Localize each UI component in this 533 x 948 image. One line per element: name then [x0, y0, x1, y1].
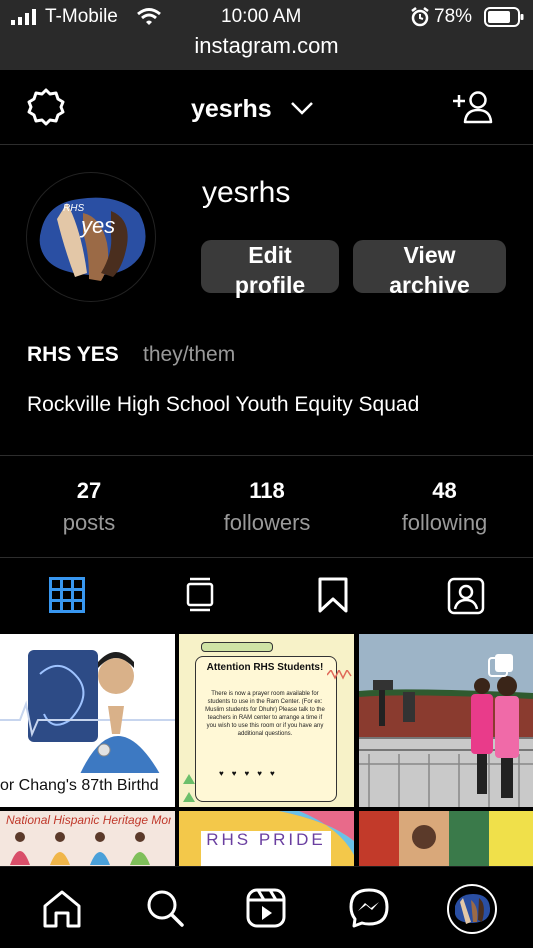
post-caption: RHS PRIDE: [206, 830, 326, 849]
pronouns: they/them: [143, 343, 236, 366]
post-title: Attention RHS Students!: [206, 662, 324, 673]
post-image: [359, 811, 533, 866]
url-text[interactable]: instagram.com: [0, 34, 533, 58]
messenger-icon[interactable]: [349, 888, 389, 928]
heart-row: ♥♥♥♥♥: [219, 769, 283, 778]
reels-icon[interactable]: [246, 888, 286, 928]
followers-count: 118: [249, 478, 285, 503]
settings-gear-icon[interactable]: [27, 88, 65, 126]
wifi-icon: [137, 8, 161, 25]
posts-label: posts: [62, 510, 116, 535]
post-tile[interactable]: [359, 634, 533, 807]
profile-username: yesrhs: [202, 176, 291, 209]
add-user-icon[interactable]: [452, 90, 494, 124]
display-name: RHS YES: [27, 343, 119, 366]
carrier-label: T-Mobile: [45, 6, 118, 27]
saved-tab-icon[interactable]: [317, 577, 349, 613]
followers-label: followers: [223, 510, 311, 535]
alarm-icon: [411, 7, 429, 27]
battery-percent: 78%: [434, 6, 473, 27]
profile-header: yesrhs: [0, 70, 533, 145]
edit-profile-label-2: profile: [234, 272, 306, 298]
post-tile[interactable]: Attention RHS Students! There is now a p…: [179, 634, 354, 807]
following-label: following: [401, 510, 488, 535]
bio-text: Rockville High School Youth Equity Squad: [27, 393, 420, 416]
view-archive-label-1: View: [403, 242, 456, 268]
account-switcher-username[interactable]: yesrhs: [191, 95, 272, 124]
squiggle-icon: [327, 670, 352, 680]
post-body: There is now a prayer room available for…: [205, 691, 325, 737]
tagged-tab-icon[interactable]: [447, 577, 485, 615]
triangle-icon: [183, 774, 195, 802]
profile-nav-avatar[interactable]: [447, 884, 497, 934]
view-archive-label-2: archive: [389, 272, 470, 298]
following-count: 48: [432, 478, 457, 503]
view-archive-button[interactable]: View archive: [353, 240, 506, 298]
avatar-text-yes: yes: [81, 213, 116, 238]
post-image: [10, 832, 150, 865]
profile-avatar[interactable]: RHS yes: [26, 172, 156, 302]
avatar-image: [455, 894, 491, 924]
multi-photo-icon: [488, 654, 513, 677]
home-icon[interactable]: [42, 889, 82, 929]
feed-tab-icon[interactable]: [185, 577, 215, 613]
divider: [0, 455, 533, 456]
edit-profile-label-1: Edit: [248, 242, 292, 268]
post-tile[interactable]: or Chang's 87th Birthd: [0, 634, 175, 807]
search-icon[interactable]: [145, 888, 185, 928]
divider: [0, 557, 533, 558]
stat-posts[interactable]: 27 posts: [0, 478, 178, 536]
post-caption: or Chang's 87th Birthd: [0, 777, 159, 794]
battery-icon: [484, 7, 524, 27]
cellular-signal-icon: [11, 9, 36, 25]
grid-tab-icon[interactable]: [49, 577, 85, 613]
bottom-navigation: [0, 866, 533, 948]
browser-url-bar[interactable]: instagram.com: [0, 34, 533, 70]
post-caption: National Hispanic Heritage Month: [6, 813, 171, 827]
post-tile[interactable]: [359, 811, 533, 866]
posts-count: 27: [76, 478, 102, 503]
clock: 10:00 AM: [221, 6, 302, 27]
chevron-down-icon[interactable]: [290, 100, 314, 116]
stat-following[interactable]: 48 following: [356, 478, 533, 536]
post-tile[interactable]: RHS PRIDE: [179, 811, 354, 866]
status-bar: T-Mobile 10:00 AM 78%: [0, 0, 533, 34]
stat-followers[interactable]: 118 followers: [178, 478, 356, 536]
edit-profile-button[interactable]: Edit profile: [201, 240, 339, 298]
post-tile[interactable]: National Hispanic Heritage Month: [0, 811, 175, 866]
